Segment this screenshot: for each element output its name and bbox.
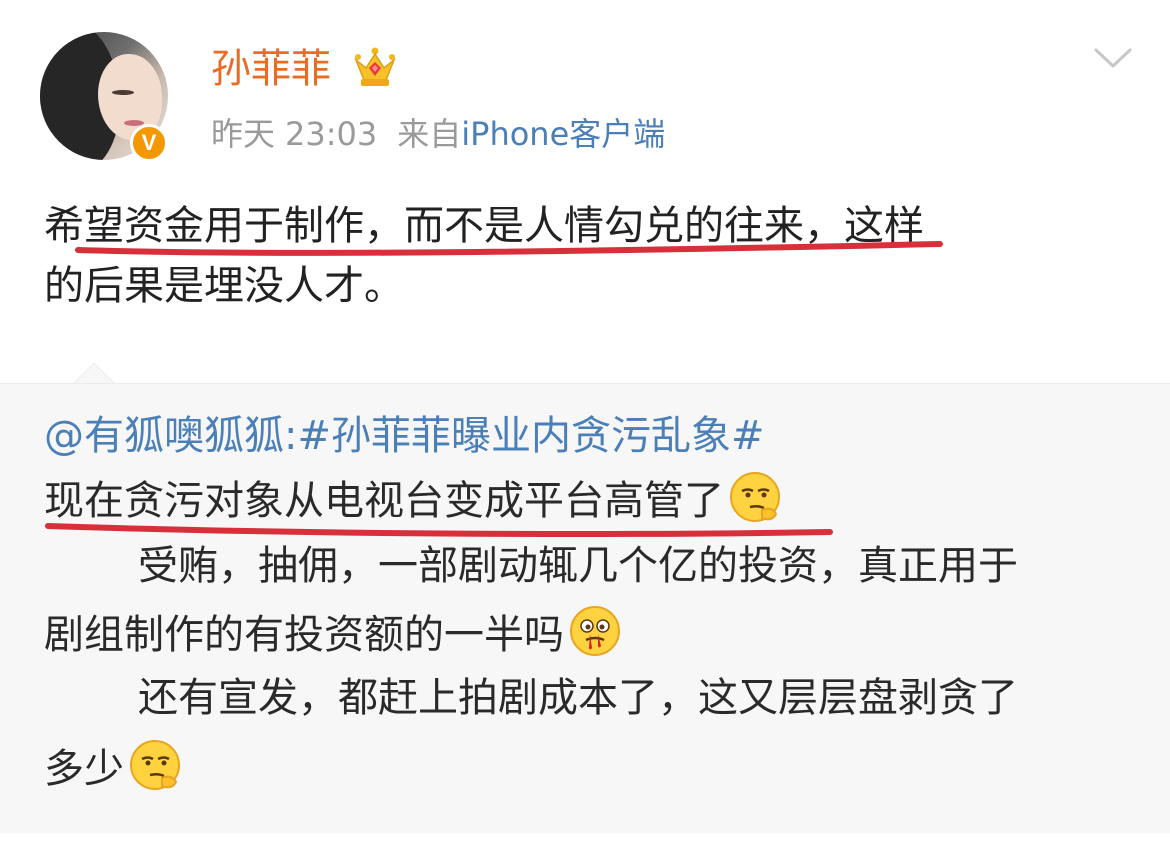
repost-text-5: 多少 — [44, 746, 124, 792]
crown-icon — [354, 47, 396, 86]
repost-text-3: 剧组制作的有投资额的一半吗 — [44, 612, 564, 658]
chevron-down-icon[interactable] — [1093, 46, 1133, 70]
footer-spacer — [0, 833, 1170, 856]
source-client-link[interactable]: iPhone客户端 — [461, 115, 665, 153]
repost-notch — [72, 363, 116, 385]
repost-author-link[interactable]: @有狐噢狐狐 — [44, 413, 284, 459]
repost-topic-link[interactable]: #孙菲菲曝业内贪污乱象# — [297, 413, 764, 459]
avatar-eye — [112, 90, 134, 95]
nosebleed-emoji-icon — [570, 606, 620, 656]
repost-line-5: 多少 — [44, 738, 182, 797]
highlight-underline — [75, 241, 943, 256]
post-meta: 昨天 23:03 来自iPhone客户端 — [211, 112, 665, 156]
source-prefix: 来自 — [397, 115, 462, 153]
post-time: 23:03 — [285, 115, 378, 153]
username[interactable]: 孙菲菲 — [211, 44, 331, 94]
post-day: 昨天 — [211, 115, 276, 153]
weibo-post: V 孙菲菲 昨天 23:03 来自iPhone客户端 希望资金用于制作，而不是人情勾… — [0, 0, 1170, 856]
highlight-underline-2 — [45, 523, 833, 537]
post-line-2: 的后果是埋没人才。 — [44, 263, 404, 309]
repost-line-4: 还有宣发，都赶上拍剧成本了，这又层层盘剥贪了 — [138, 675, 1018, 721]
repost-line-3: 剧组制作的有投资额的一半吗 — [44, 604, 622, 663]
repost-colon: : — [284, 413, 298, 459]
repost-line-2: 受贿，抽佣，一部剧动辄几个亿的投资，真正用于 — [138, 543, 1018, 589]
verified-badge-icon: V — [130, 124, 168, 162]
smirk-emoji-icon — [130, 740, 180, 790]
repost-header: @有狐噢狐狐:#孙菲菲曝业内贪污乱象# — [44, 408, 765, 464]
